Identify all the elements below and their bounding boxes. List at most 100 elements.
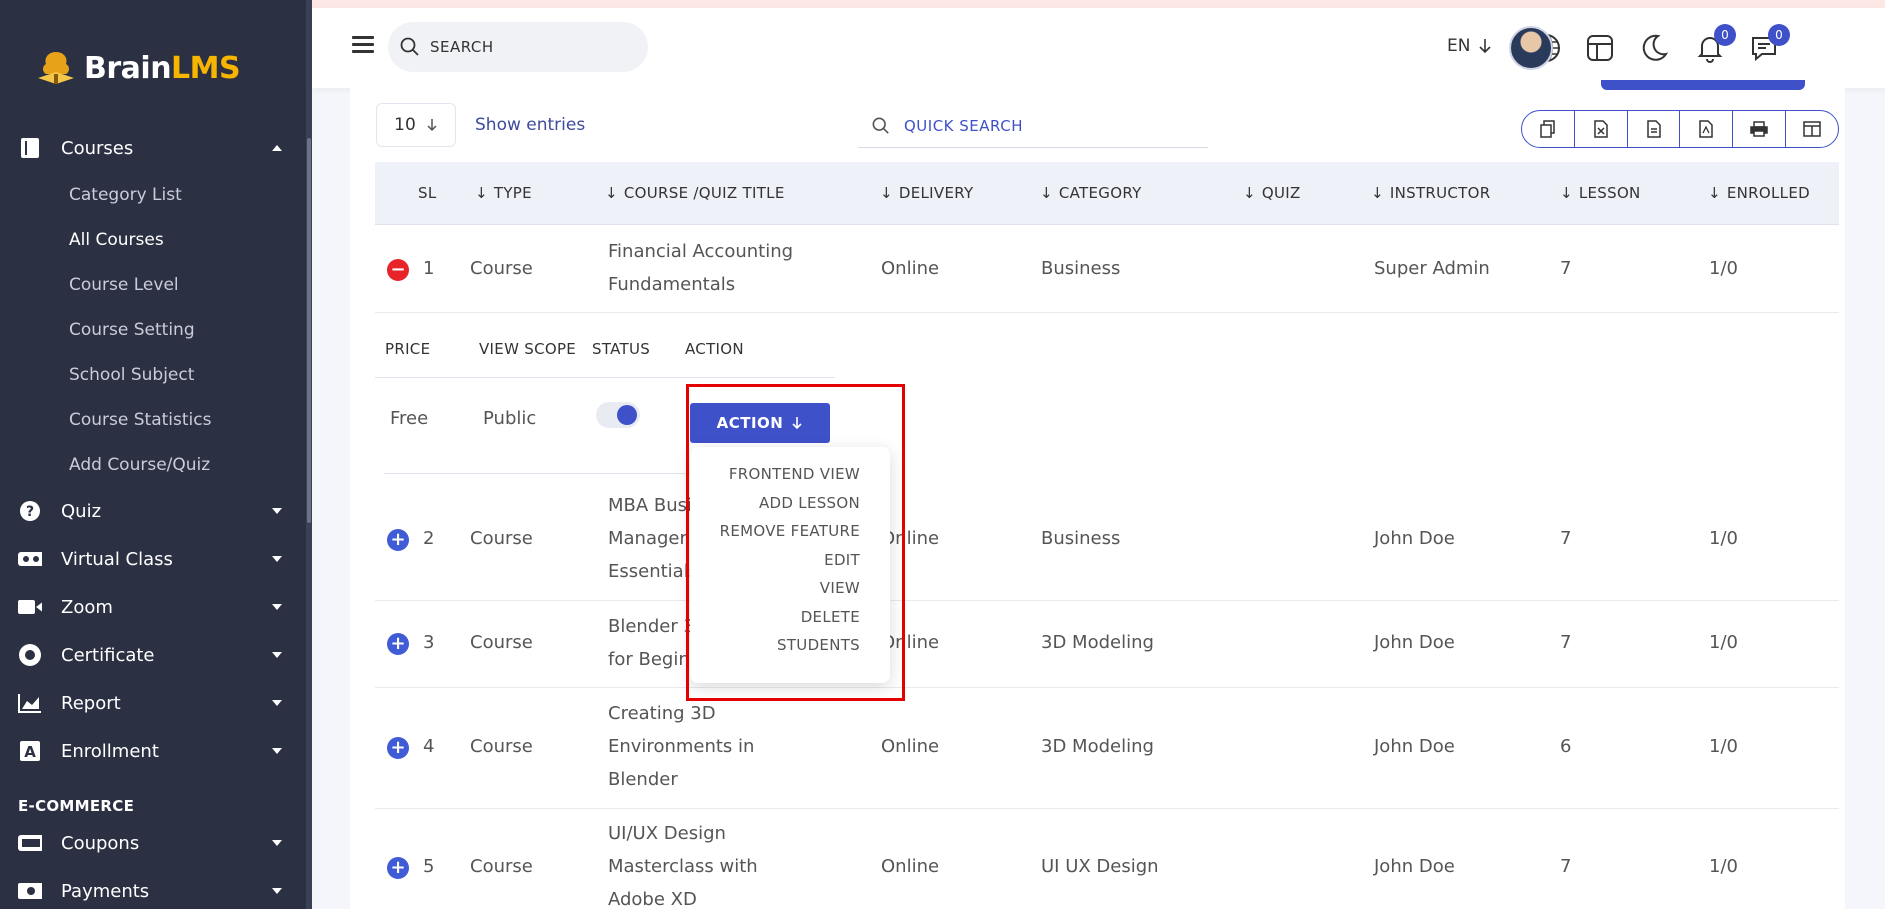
messages-button[interactable]: 0 (1748, 24, 1790, 64)
expand-row-icon[interactable]: + (387, 529, 409, 551)
view-scope-value: Public (483, 408, 537, 429)
column-header-instructor[interactable]: ↓ INSTRUCTOR (1371, 184, 1490, 202)
quick-search-input[interactable]: QUICK SEARCH (858, 104, 1208, 148)
question-icon: ? (18, 499, 42, 523)
notifications-button[interactable]: 0 (1694, 24, 1736, 64)
expand-row-icon[interactable]: + (387, 737, 409, 759)
child-header-action: ACTION (685, 340, 744, 358)
add-course-button-partial[interactable] (1601, 80, 1805, 90)
copy-button[interactable] (1522, 111, 1575, 147)
brand-name: BrainLMS (84, 50, 241, 86)
notifications-badge: 0 (1714, 24, 1736, 46)
status-toggle[interactable] (596, 402, 640, 428)
course-title-link[interactable]: Creating 3D Environments in Blender (608, 697, 754, 796)
sidebar-item-certificate[interactable]: Certificate (0, 631, 306, 679)
divider (375, 377, 835, 378)
sidebar-item-payments[interactable]: Payments (0, 867, 306, 909)
topbar: SEARCH EN 0 0 (312, 8, 1885, 88)
sort-arrow-icon: ↓ (880, 184, 893, 202)
column-header-sl[interactable]: SL (418, 184, 436, 202)
chevron-down-icon (272, 888, 282, 894)
sidebar-item-report[interactable]: Report (0, 679, 306, 727)
sort-arrow-icon: ↓ (1560, 184, 1573, 202)
avatar[interactable] (1509, 26, 1553, 70)
certificate-icon (18, 643, 42, 667)
table-row: + 5 Course UI/UX Design Masterclass with A… (375, 809, 1839, 909)
sidebar-item-coupons[interactable]: Coupons (0, 819, 306, 867)
column-header-category[interactable]: ↓ CATEGORY (1040, 184, 1142, 202)
language-selector[interactable]: EN (1447, 36, 1492, 56)
show-entries-label: Show entries (475, 115, 586, 135)
table-row: + 4 Course Creating 3D Environments in Ble… (375, 688, 1839, 809)
sidebar-scroll-thumb[interactable] (307, 138, 311, 523)
sidebar: BrainLMS Courses Category List All Cours… (0, 0, 312, 909)
svg-text:?: ? (26, 504, 34, 520)
search-input[interactable]: SEARCH (388, 22, 648, 72)
sidebar-item-zoom[interactable]: Zoom (0, 583, 306, 631)
search-icon (872, 117, 889, 134)
sidebar-scrollbar[interactable] (306, 0, 312, 909)
arrow-down-icon (427, 119, 437, 132)
columns-button[interactable] (1786, 111, 1838, 147)
sidebar-subitem-course-setting[interactable]: Course Setting (69, 307, 306, 352)
sort-arrow-icon: ↓ (475, 184, 488, 202)
column-header-title[interactable]: ↓ COURSE /QUIZ TITLE (605, 184, 785, 202)
chevron-down-icon (272, 604, 282, 610)
sidebar-item-virtual-class[interactable]: Virtual Class (0, 535, 306, 583)
pdf-icon (1699, 120, 1714, 138)
book-icon (18, 136, 42, 160)
expand-row-icon[interactable]: + (387, 633, 409, 655)
course-title-link[interactable]: UI/UX Design Masterclass with Adobe XD (608, 817, 758, 909)
coupon-icon (18, 831, 42, 855)
chevron-down-icon (272, 700, 282, 706)
course-title-link[interactable]: Blender 3 for Begin (608, 610, 695, 676)
file-icon (1646, 120, 1661, 138)
moon-icon[interactable] (1638, 32, 1670, 64)
chevron-up-icon (272, 145, 282, 151)
sidebar-subitem-add-course-quiz[interactable]: Add Course/Quiz (69, 442, 306, 487)
sidebar-item-quiz[interactable]: ? Quiz (0, 487, 306, 535)
column-header-quiz[interactable]: ↓ QUIZ (1243, 184, 1301, 202)
sidebar-subitem-course-statistics[interactable]: Course Statistics (69, 397, 306, 442)
expand-row-icon[interactable]: + (387, 857, 409, 879)
layout-icon[interactable] (1584, 32, 1616, 64)
sort-arrow-icon: ↓ (605, 184, 618, 202)
chart-icon (18, 691, 42, 715)
sidebar-item-courses[interactable]: Courses (0, 124, 306, 172)
sidebar-subitem-category-list[interactable]: Category List (69, 172, 306, 217)
column-header-enrolled[interactable]: ↓ ENROLLED (1708, 184, 1810, 202)
pdf-button[interactable] (1680, 111, 1734, 147)
child-header-status: STATUS (592, 340, 651, 358)
sidebar-subitem-all-courses[interactable]: All Courses (69, 217, 306, 262)
course-title-link[interactable]: MBA Busi Manager Essentials (608, 489, 698, 588)
menu-icon[interactable] (352, 36, 374, 54)
excel-button[interactable] (1575, 111, 1628, 147)
column-header-delivery[interactable]: ↓ DELIVERY (880, 184, 973, 202)
print-icon (1750, 121, 1768, 137)
arrow-down-icon (1479, 39, 1492, 54)
sidebar-subitem-school-subject[interactable]: School Subject (69, 352, 306, 397)
courses-submenu: Category List All Courses Course Level C… (0, 172, 306, 487)
sort-arrow-icon: ↓ (1371, 184, 1384, 202)
section-ecommerce: E-COMMERCE (18, 797, 135, 815)
csv-button[interactable] (1628, 111, 1681, 147)
child-header-view-scope: VIEW SCOPE (479, 340, 577, 358)
table-header: SL ↓ TYPE ↓ COURSE /QUIZ TITLE ↓ DELIVERY ↓… (375, 162, 1839, 225)
brain-logo-icon (38, 52, 74, 84)
search-icon (400, 37, 419, 56)
sort-arrow-icon: ↓ (1040, 184, 1053, 202)
column-header-type[interactable]: ↓ TYPE (475, 184, 532, 202)
messages-badge: 0 (1768, 24, 1790, 46)
course-title-link[interactable]: Financial Accounting Fundamentals (608, 235, 793, 301)
payment-icon (18, 879, 42, 903)
sidebar-item-enrollment[interactable]: A Enrollment (0, 727, 306, 775)
column-header-lesson[interactable]: ↓ LESSON (1560, 184, 1641, 202)
brand[interactable]: BrainLMS (34, 48, 241, 88)
sidebar-subitem-course-level[interactable]: Course Level (69, 262, 306, 307)
video-icon (18, 595, 42, 619)
columns-icon (1803, 121, 1821, 137)
collapse-row-icon[interactable]: − (387, 259, 409, 281)
print-button[interactable] (1733, 111, 1787, 147)
enroll-icon: A (18, 739, 42, 763)
entries-select[interactable]: 10 (376, 103, 456, 147)
